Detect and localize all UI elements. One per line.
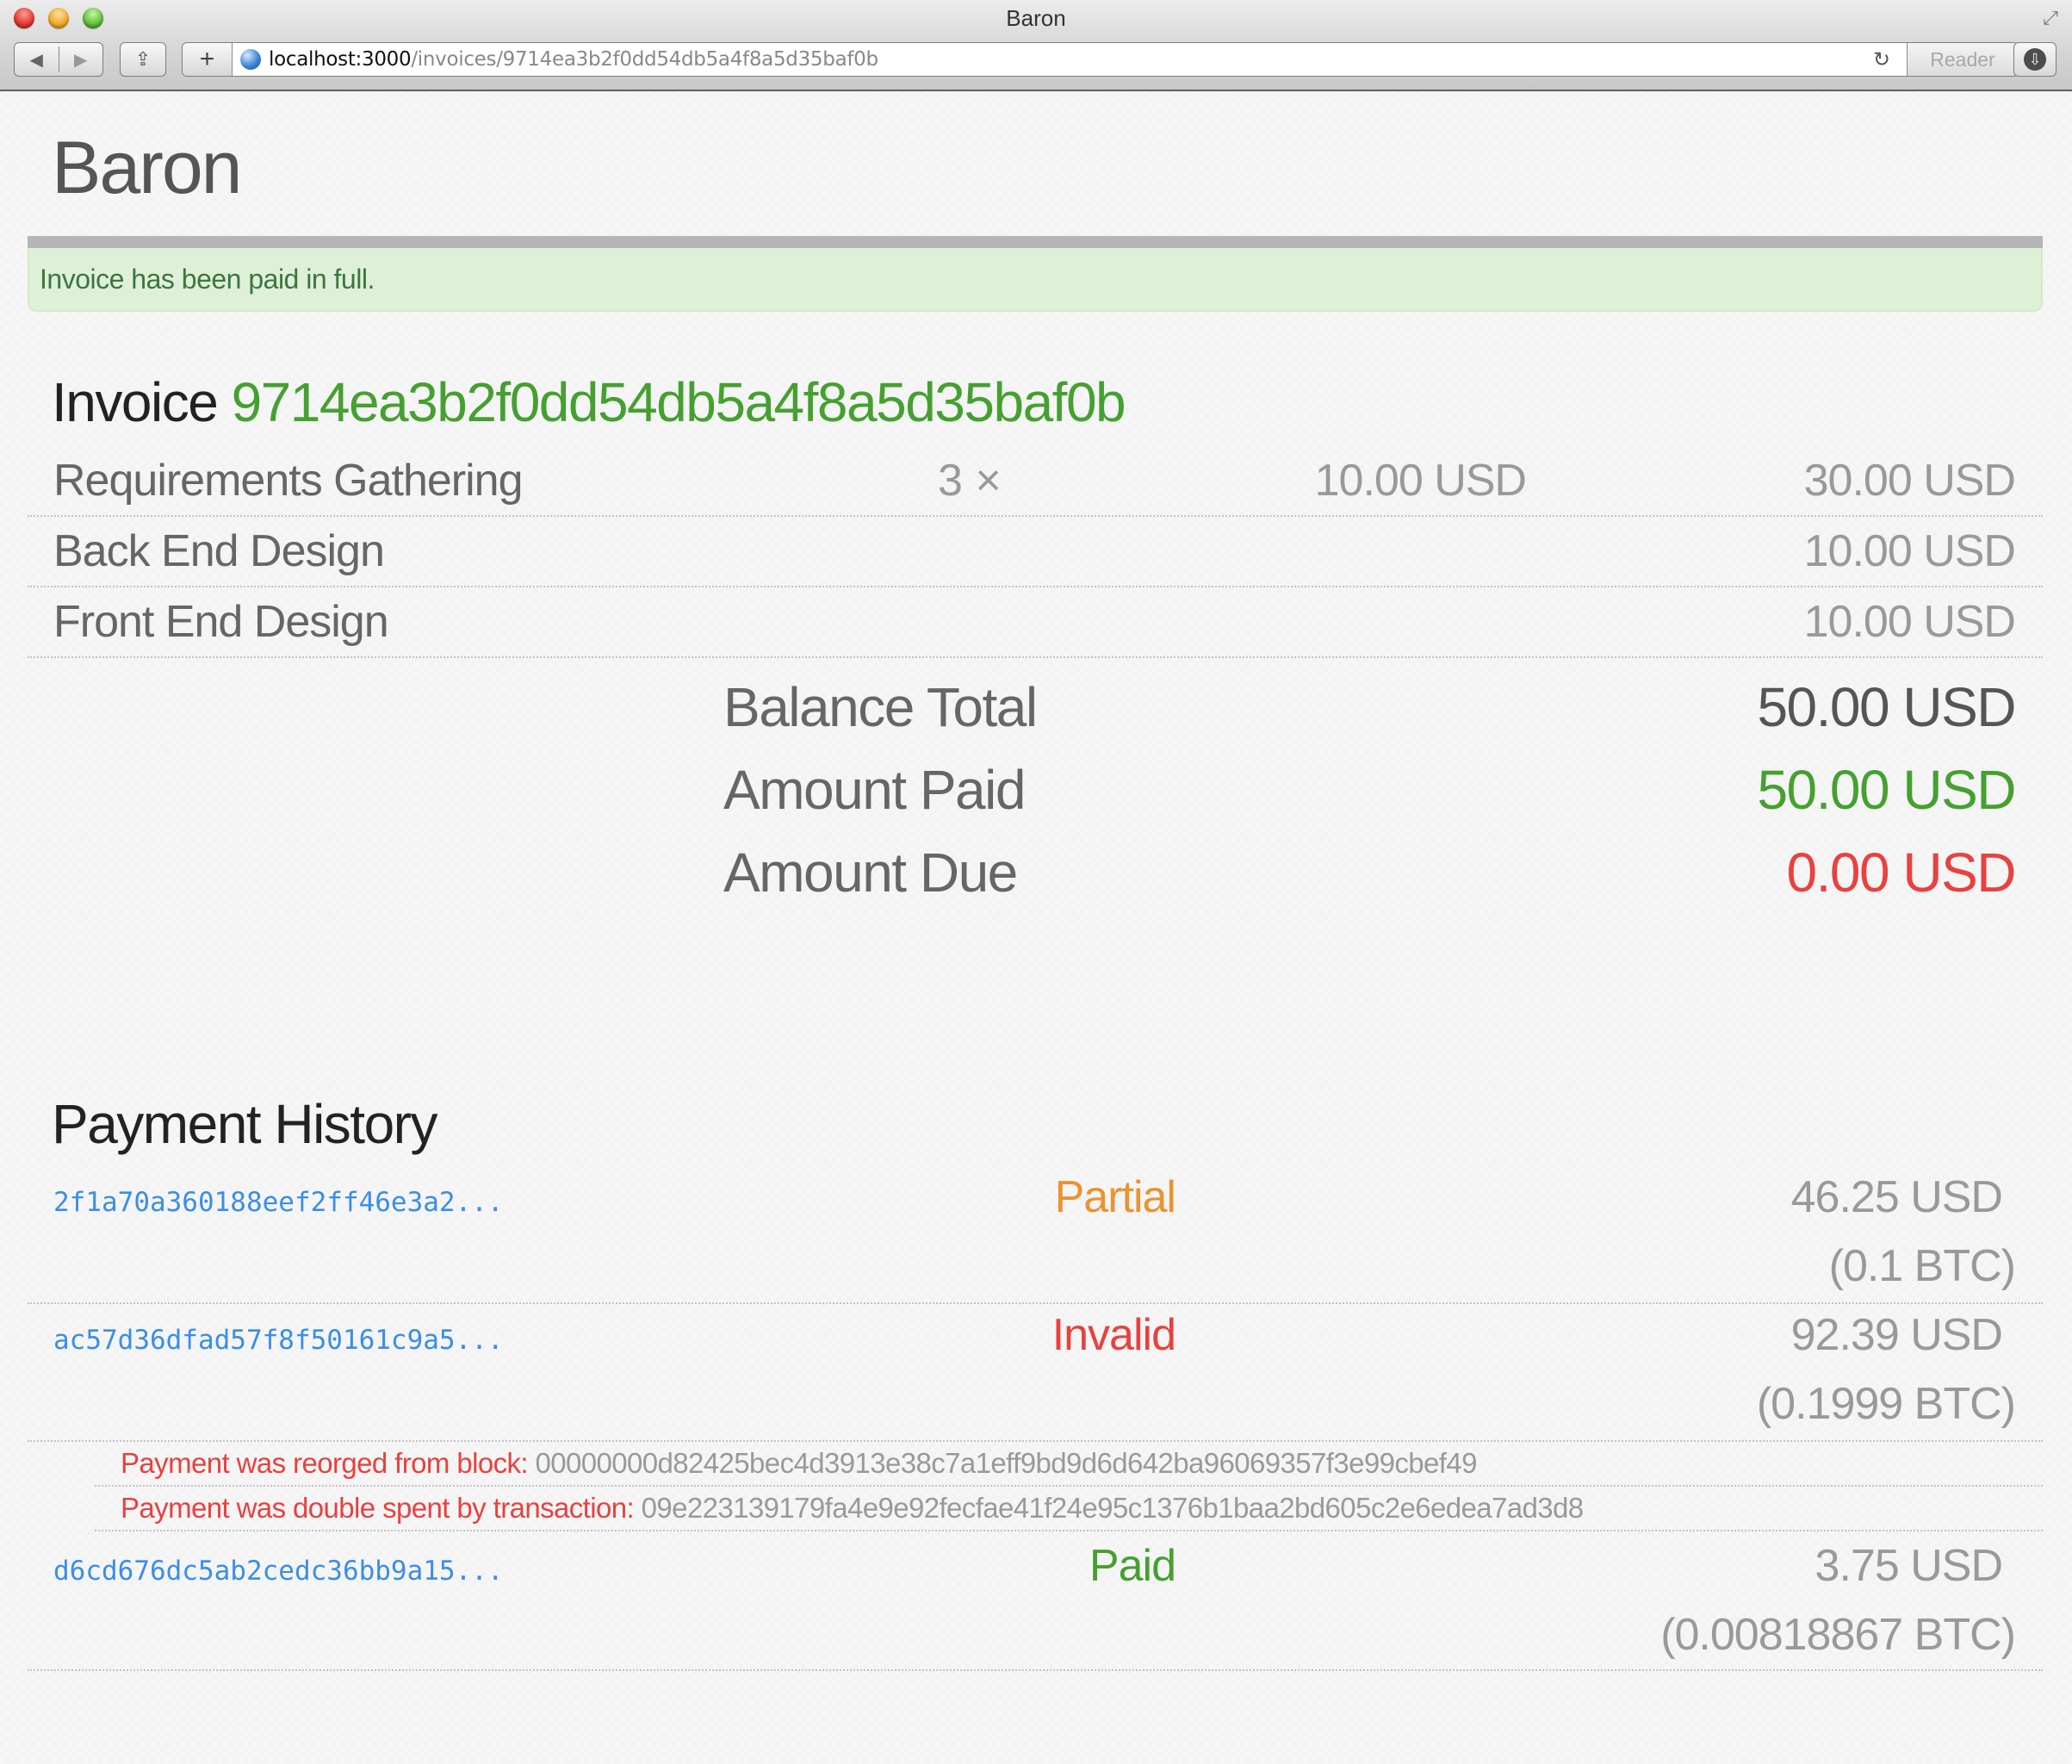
alert-top-bar: [28, 236, 2043, 248]
line-item-row: Requirements Gathering 3 × 10.00 USD 30.…: [28, 446, 2043, 517]
line-item-unit-price: 10.00 USD: [1314, 456, 1527, 506]
double-spend-message-label: Payment was double spent by transaction:: [121, 1492, 635, 1524]
amount-paid-value: 50.00 USD: [1757, 759, 2016, 821]
payment-usd-amount: 3.75 USD: [1815, 1541, 2003, 1591]
double-spend-tx-hash: 09e223139179fa4e9e92fecfae41f24e95c1376b…: [641, 1492, 1585, 1524]
address-bar[interactable]: + localhost:3000/invoices/9714ea3b2f0dd5…: [182, 42, 2019, 77]
line-item-total: 30.00 USD: [1803, 456, 2016, 506]
reload-icon[interactable]: ↻: [1873, 47, 1890, 72]
share-icon: ⇪: [134, 48, 152, 70]
fullscreen-icon[interactable]: ⤢: [2039, 7, 2062, 29]
amount-due-label: Amount Due: [723, 842, 1018, 904]
url-host: localhost:3000: [269, 48, 412, 71]
back-arrow-icon: ◀: [29, 50, 43, 70]
reorg-block-hash: 00000000d82425bec4d3913e38c7a1eff9bd9d6d…: [535, 1447, 1478, 1479]
new-tab-button[interactable]: +: [183, 43, 233, 76]
url-path: /invoices/9714ea3b2f0dd54db5a4f8a5d35baf…: [411, 48, 878, 71]
payment-row: 2f1a70a360188eef2ff46e3a2... Partial 46.…: [28, 1165, 2043, 1304]
payment-btc-amount: (0.1 BTC): [1828, 1241, 2016, 1291]
line-item-name: Requirements Gathering: [53, 456, 524, 506]
reorg-message-label: Payment was reorged from block:: [121, 1447, 529, 1479]
forward-arrow-icon: ▶: [74, 50, 88, 70]
line-item-row: Front End Design 10.00 USD: [28, 587, 2043, 658]
payment-btc-amount: (0.00818867 BTC): [1660, 1610, 2016, 1660]
line-item-name: Front End Design: [53, 597, 389, 647]
line-item-total: 10.00 USD: [1803, 597, 2016, 647]
share-button[interactable]: ⇪: [120, 42, 166, 77]
payment-usd-amount: 92.39 USD: [1790, 1310, 2003, 1360]
browser-toolbar: Baron ⤢ ◀ ▶ ⇪ + localhost:3000/invoices/…: [0, 0, 2072, 91]
back-button[interactable]: ◀: [15, 43, 59, 76]
payment-btc-amount: (0.1999 BTC): [1756, 1379, 2016, 1429]
payment-tx-link[interactable]: 2f1a70a360188eef2ff46e3a2...: [53, 1187, 504, 1218]
payment-status: Invalid: [1052, 1310, 1176, 1360]
balance-total-value: 50.00 USD: [1757, 676, 2016, 738]
payment-row: d6cd676dc5ab2cedc36bb9a15... Paid 3.75 U…: [28, 1531, 2043, 1671]
payment-message-row: Payment was reorged from block: 00000000…: [95, 1442, 2043, 1487]
forward-button[interactable]: ▶: [59, 43, 102, 76]
payment-status: Paid: [1089, 1541, 1176, 1591]
payment-message: Payment was reorged from block: 00000000…: [121, 1447, 1477, 1480]
back-forward-group: ◀ ▶: [14, 42, 103, 77]
amount-paid-label: Amount Paid: [723, 759, 1026, 821]
payment-history-heading: Payment History: [52, 1093, 437, 1155]
invoice-heading: Invoice 9714ea3b2f0dd54db5a4f8a5d35baf0b: [52, 370, 1126, 434]
line-item-name: Back End Design: [53, 526, 385, 576]
window-title: Baron: [1006, 5, 1066, 31]
line-item-total: 10.00 USD: [1803, 526, 2016, 576]
url-text[interactable]: localhost:3000/invoices/9714ea3b2f0dd54d…: [269, 48, 878, 71]
payment-status: Partial: [1054, 1172, 1176, 1222]
payment-message: Payment was double spent by transaction:…: [121, 1492, 1584, 1525]
reader-button[interactable]: Reader: [1907, 43, 2018, 76]
plus-icon: +: [199, 45, 215, 73]
brand-title: Baron: [52, 127, 242, 209]
payment-tx-link[interactable]: d6cd676dc5ab2cedc36bb9a15...: [53, 1556, 504, 1587]
download-icon: ⇩: [2024, 48, 2046, 71]
downloads-button[interactable]: ⇩: [2013, 42, 2056, 77]
globe-icon: [240, 49, 261, 70]
amount-due-value: 0.00 USD: [1786, 842, 2017, 904]
success-alert: Invoice has been paid in full.: [28, 248, 2043, 312]
line-item-row: Back End Design 10.00 USD: [28, 517, 2043, 587]
payment-row: ac57d36dfad57f8f50161c9a5... Invalid 92.…: [28, 1304, 2043, 1442]
balance-total-label: Balance Total: [723, 676, 1038, 738]
payment-message-row: Payment was double spent by transaction:…: [95, 1487, 2043, 1531]
line-item-quantity: 3 ×: [938, 456, 1002, 506]
invoice-id: 9714ea3b2f0dd54db5a4f8a5d35baf0b: [231, 371, 1126, 433]
invoice-title-prefix: Invoice: [52, 371, 219, 433]
payment-usd-amount: 46.25 USD: [1790, 1172, 2003, 1222]
alert-message: Invoice has been paid in full.: [40, 264, 375, 295]
payment-tx-link[interactable]: ac57d36dfad57f8f50161c9a5...: [53, 1325, 504, 1356]
